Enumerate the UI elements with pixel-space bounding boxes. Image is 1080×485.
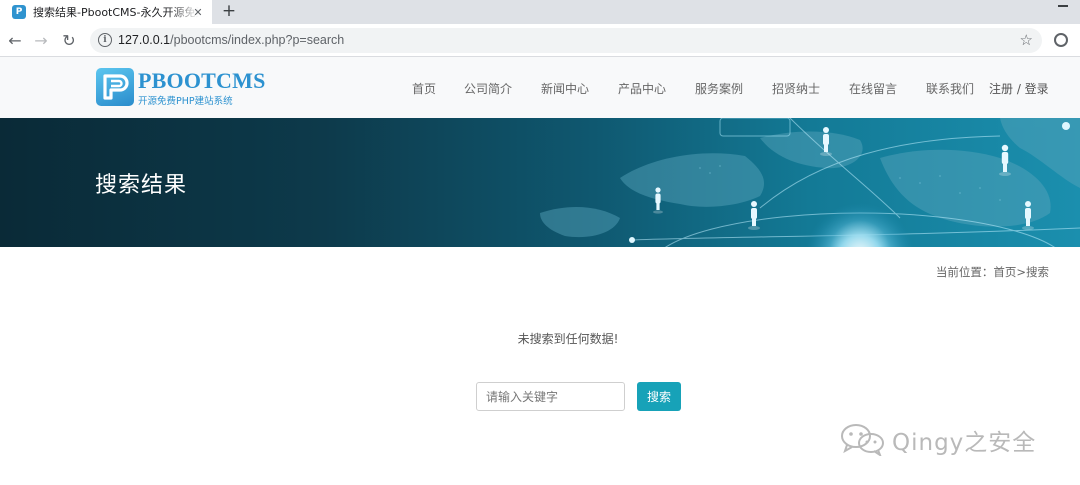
breadcrumb-current[interactable]: 搜索 (1026, 265, 1049, 279)
nav-message[interactable]: 在线留言 (849, 80, 897, 97)
nav-news[interactable]: 新闻中心 (541, 80, 589, 97)
profile-icon[interactable] (1054, 33, 1068, 47)
site-favicon-icon: P (12, 5, 26, 19)
forward-icon[interactable]: → (31, 30, 51, 50)
register-login-link[interactable]: 注册 / 登录 (989, 80, 1049, 97)
logo-badge-icon (96, 68, 134, 106)
search-button[interactable]: 搜索 (637, 382, 681, 411)
browser-tab-active[interactable]: P 搜索结果-PbootCMS-永久开源免费PHP建站系统 ✕ (0, 0, 212, 24)
browser-toolbar: ← → ↻ i 127.0.0.1/pbootcms/index.php?p=s… (0, 24, 1080, 57)
logo-subtitle: 开源免费PHP建站系统 (138, 96, 233, 107)
logo-text: PBOOTCMS (138, 68, 266, 93)
breadcrumb-prefix: 当前位置： (935, 265, 994, 279)
breadcrumb-separator: > (1016, 265, 1026, 279)
bookmark-star-icon[interactable]: ☆ (1020, 31, 1033, 49)
no-result-message: 未搜索到任何数据! (517, 332, 619, 346)
nav-cases[interactable]: 服务案例 (695, 80, 743, 97)
nav-home[interactable]: 首页 (412, 80, 436, 97)
page-banner: 搜索结果 (0, 118, 1080, 247)
search-input[interactable] (476, 382, 625, 411)
close-tab-icon[interactable]: ✕ (190, 4, 206, 20)
url-path: /pbootcms/index.php?p=search (170, 33, 345, 47)
watermark-text: Qingy之安全 (892, 430, 1037, 456)
nav-about[interactable]: 公司简介 (464, 80, 512, 97)
minimize-window-icon[interactable] (1058, 5, 1068, 7)
nav-contact[interactable]: 联系我们 (926, 80, 974, 97)
url-host: 127.0.0.1 (118, 33, 171, 47)
site-logo[interactable]: PBOOTCMS 开源免费PHP建站系统 (96, 68, 266, 108)
tab-title: 搜索结果-PbootCMS-永久开源免费PHP建站系统 (33, 6, 199, 19)
browser-tabstrip: P 搜索结果-PbootCMS-永久开源免费PHP建站系统 ✕ + (0, 0, 1080, 24)
breadcrumb-home-link[interactable]: 首页 (993, 265, 1016, 279)
wechat-icon (841, 424, 884, 456)
site-header: PBOOTCMS 开源免费PHP建站系统 首页 公司简介 新闻中心 产品中心 服… (0, 57, 1080, 118)
url-text[interactable]: 127.0.0.1/pbootcms/index.php?p=search (118, 33, 344, 47)
new-tab-icon[interactable]: + (219, 1, 239, 21)
page-title: 搜索结果 (95, 173, 188, 198)
back-icon[interactable]: ← (5, 30, 25, 50)
watermark: Qingy之安全 (838, 420, 1058, 456)
nav-jobs[interactable]: 招贤纳士 (772, 80, 820, 97)
screen: P 搜索结果-PbootCMS-永久开源免费PHP建站系统 ✕ + ← → ↻ … (0, 0, 1080, 485)
reload-icon[interactable]: ↻ (59, 30, 79, 50)
site-info-icon[interactable]: i (98, 33, 112, 47)
nav-products[interactable]: 产品中心 (618, 80, 666, 97)
breadcrumb: 当前位置：首页>搜索 (936, 264, 1049, 280)
address-bar[interactable]: i 127.0.0.1/pbootcms/index.php?p=search … (90, 28, 1042, 53)
